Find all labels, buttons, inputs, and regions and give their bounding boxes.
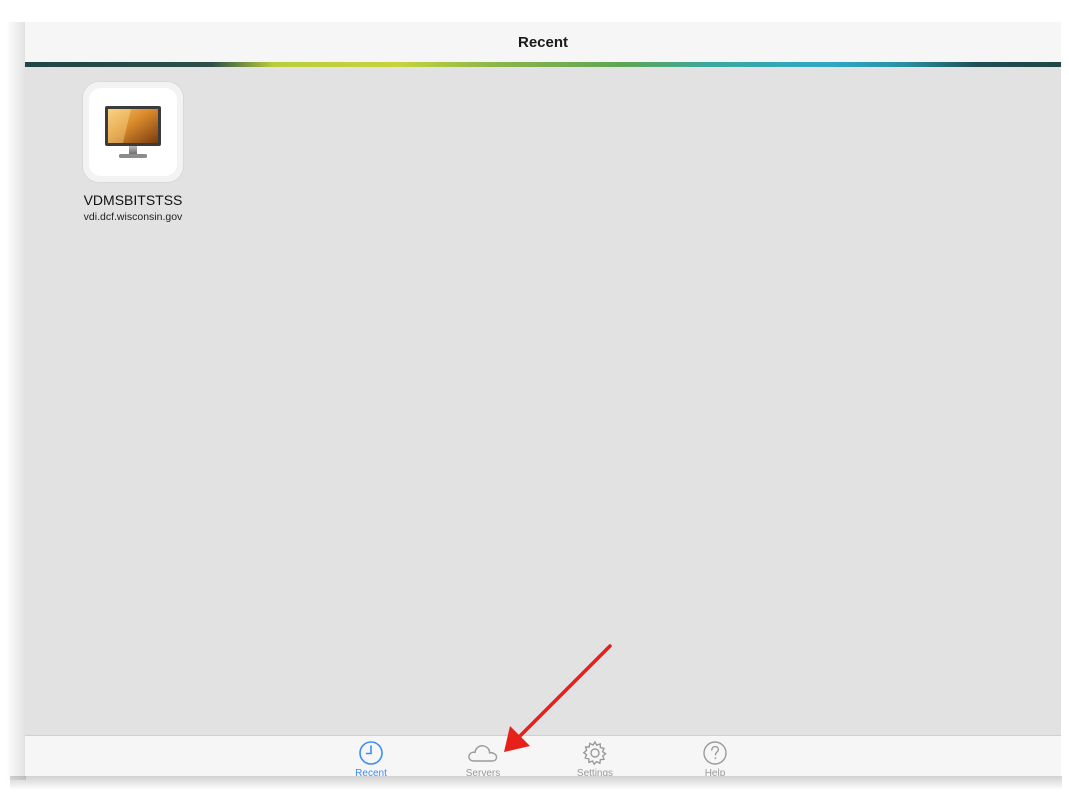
tab-servers-label: Servers [465, 768, 501, 776]
question-icon [703, 741, 727, 765]
annotation-arrow-icon [504, 644, 612, 752]
desktop-tile-icon-background [89, 88, 177, 176]
clock-icon [359, 741, 383, 765]
tab-help[interactable]: Help [680, 740, 750, 776]
tab-help-label: Help [704, 768, 726, 776]
desktop-monitor-icon [105, 106, 161, 158]
brand-stripe [25, 62, 1061, 67]
desktop-name: VDMSBITSTSS [83, 192, 183, 208]
screenshot-frame: Recent VDMSBITSTSS vdi.dcf.wisconsin.gov… [0, 0, 1069, 793]
frame-shadow-left [6, 22, 26, 780]
server-address: vdi.dcf.wisconsin.gov [83, 211, 183, 223]
tab-recent-label: Recent [355, 768, 387, 776]
desktop-tile-icon-frame[interactable] [83, 82, 183, 182]
cloud-icon [468, 745, 498, 762]
tab-settings-label: Settings [576, 768, 614, 776]
tab-recent[interactable]: Recent [336, 740, 406, 776]
recent-desktop-tile[interactable]: VDMSBITSTSS vdi.dcf.wisconsin.gov [65, 82, 201, 223]
navigation-bar: Recent [25, 22, 1061, 62]
frame-shadow-bottom [10, 776, 1062, 790]
page-title: Recent [517, 33, 569, 51]
